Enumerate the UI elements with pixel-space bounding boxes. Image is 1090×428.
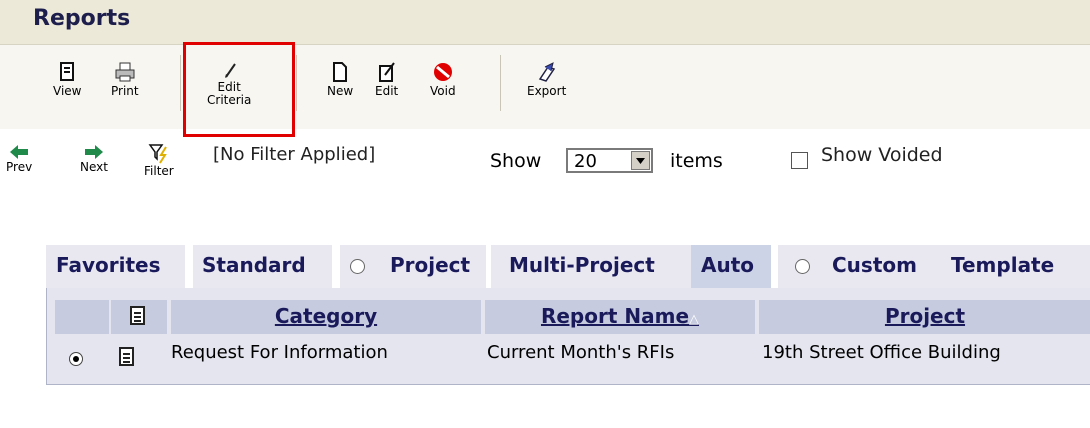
cell-project: 19th Street Office Building bbox=[762, 342, 1001, 363]
title-bar: Reports bbox=[0, 0, 1090, 45]
prev-button[interactable]: Prev bbox=[6, 143, 32, 174]
arrow-left-icon bbox=[10, 145, 29, 159]
toolbar-separator bbox=[180, 55, 181, 111]
column-header-label: Category bbox=[274, 304, 378, 328]
edit-document-icon bbox=[378, 62, 395, 82]
document-icon[interactable] bbox=[119, 347, 134, 366]
cell-category: Request For Information bbox=[171, 342, 388, 363]
tab-label: Standard bbox=[202, 253, 306, 277]
column-header-report-name[interactable]: Report Name△ bbox=[485, 300, 755, 334]
toolbar-separator bbox=[500, 55, 501, 111]
tab-standard[interactable]: Standard bbox=[193, 245, 332, 288]
cell-report-name[interactable]: Current Month's RFIs bbox=[487, 342, 674, 363]
reports-table: Category Report Name△ Project Request Fo… bbox=[46, 288, 1090, 385]
column-header-project[interactable]: Project bbox=[759, 300, 1090, 334]
tab-label: Project bbox=[390, 253, 471, 277]
filter-status: [No Filter Applied] bbox=[213, 144, 376, 165]
items-label: items bbox=[670, 150, 723, 172]
next-button[interactable]: Next bbox=[80, 143, 108, 174]
tab-custom[interactable]: Custom bbox=[778, 245, 941, 288]
tab-multi-project[interactable]: Multi-Project bbox=[491, 245, 691, 288]
clock-icon bbox=[350, 259, 365, 274]
void-label: Void bbox=[430, 84, 456, 98]
select-column-header bbox=[55, 300, 109, 334]
new-button[interactable]: New bbox=[327, 61, 353, 98]
filter-icon bbox=[148, 144, 167, 164]
export-button[interactable]: Export bbox=[527, 61, 566, 98]
filter-label: Filter bbox=[144, 164, 174, 178]
print-button[interactable]: Print bbox=[111, 61, 139, 98]
edit-criteria-highlight bbox=[183, 42, 295, 137]
tab-favorites[interactable]: Favorites bbox=[46, 245, 185, 288]
tab-project[interactable]: Project bbox=[340, 245, 486, 288]
column-header-category[interactable]: Category bbox=[171, 300, 481, 334]
view-button[interactable]: View bbox=[53, 61, 81, 98]
report-tabs: Favorites Standard Project Multi-Project… bbox=[46, 245, 1090, 288]
tab-label: Auto bbox=[701, 253, 755, 277]
prev-label: Prev bbox=[6, 160, 33, 174]
tab-label: Multi-Project bbox=[509, 253, 655, 277]
export-icon bbox=[538, 62, 555, 82]
printer-icon bbox=[115, 62, 135, 82]
void-button[interactable]: Void bbox=[430, 61, 456, 98]
tab-label: Favorites bbox=[56, 253, 161, 277]
document-icon bbox=[130, 306, 145, 325]
arrow-right-icon bbox=[84, 145, 103, 159]
row-select-radio[interactable] bbox=[69, 352, 83, 366]
show-voided-label: Show Voided bbox=[821, 144, 943, 166]
print-label: Print bbox=[111, 84, 139, 98]
clock-icon bbox=[795, 259, 810, 274]
page-title: Reports bbox=[33, 6, 131, 31]
tab-auto[interactable]: Auto bbox=[691, 245, 771, 288]
view-icon bbox=[60, 62, 75, 81]
filter-button[interactable]: Filter bbox=[144, 143, 174, 178]
export-label: Export bbox=[527, 84, 567, 98]
void-icon bbox=[433, 63, 452, 81]
view-label: View bbox=[53, 84, 82, 98]
column-header-label: Report Name bbox=[540, 304, 690, 328]
sort-ascending-icon: △ bbox=[689, 312, 700, 327]
show-voided-checkbox[interactable] bbox=[791, 152, 808, 169]
chevron-down-icon[interactable] bbox=[631, 151, 650, 170]
new-document-icon bbox=[333, 62, 348, 82]
tab-template[interactable]: Template bbox=[941, 245, 1090, 288]
toolbar: View Print Edit Criteria New Edit Void E… bbox=[0, 45, 1090, 129]
items-per-page-value: 20 bbox=[574, 151, 597, 172]
toolbar-separator bbox=[296, 55, 297, 111]
next-label: Next bbox=[80, 160, 108, 174]
tab-label: Custom bbox=[832, 253, 917, 277]
tab-label: Template bbox=[951, 253, 1055, 277]
edit-button[interactable]: Edit bbox=[375, 61, 398, 98]
doc-column-header bbox=[111, 300, 167, 334]
edit-label: Edit bbox=[375, 84, 399, 98]
show-label: Show bbox=[490, 150, 542, 172]
new-label: New bbox=[327, 84, 354, 98]
items-per-page-select[interactable]: 20 bbox=[566, 148, 653, 173]
column-header-label: Project bbox=[884, 304, 966, 328]
